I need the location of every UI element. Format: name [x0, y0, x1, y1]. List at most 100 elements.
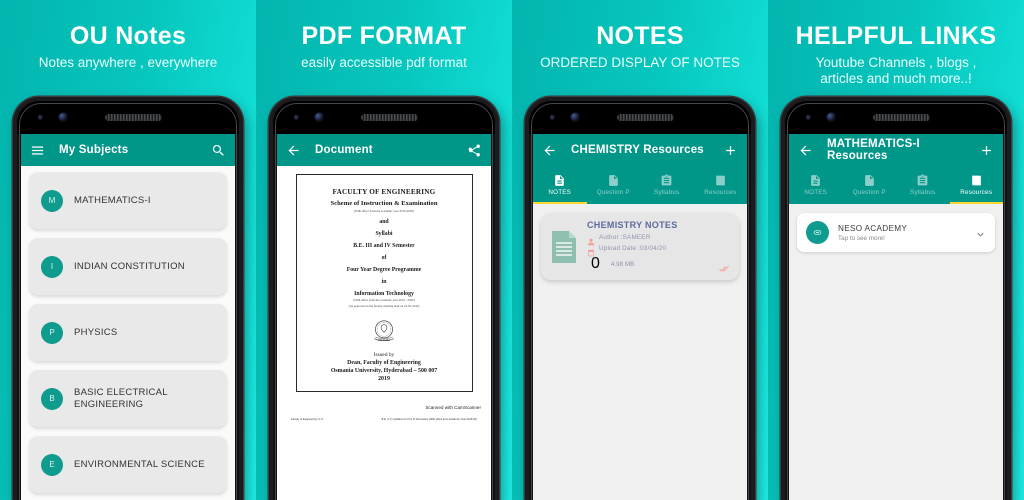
tab-label: Resources — [960, 189, 993, 196]
camscanner-watermark: Scanned with CamScanner — [425, 404, 481, 410]
tab-notes[interactable]: NOTES — [789, 166, 843, 204]
plus-icon[interactable] — [723, 143, 738, 158]
syllabus-clipboard-icon — [660, 174, 673, 187]
subject-name: BASIC ELECTRICAL ENGINEERING — [74, 386, 168, 410]
back-arrow-icon[interactable] — [798, 143, 813, 158]
tab-label: NOTES — [804, 189, 828, 196]
phone-screen: My Subjects M MATHEMATICS-I I INDIAN CON… — [21, 134, 235, 500]
note-upload-date: Upload Date :03/04/20 — [599, 244, 667, 252]
notes-document-icon — [809, 174, 822, 187]
double-check-icon — [719, 260, 730, 272]
app-bar: MATHEMATICS-I Resources — [789, 134, 1003, 166]
promo-panel-helpful-links: HELPFUL LINKS Youtube Channels , blogs ,… — [768, 0, 1024, 500]
earpiece-speaker — [873, 114, 930, 121]
note-file-size: 4.98 MB — [610, 260, 635, 268]
panel-heading-block: OU Notes Notes anywhere , everywhere — [0, 22, 256, 71]
list-item[interactable]: P PHYSICS — [29, 304, 227, 361]
panel-subtitle: easily accessible pdf format — [301, 55, 467, 70]
earpiece-speaker — [617, 114, 674, 121]
promo-panel-pdf-format: PDF FORMAT easily accessible pdf format … — [256, 0, 512, 500]
panel-subtitle: ORDERED DISPLAY OF NOTES — [540, 55, 740, 70]
front-camera-icon — [59, 113, 67, 121]
link-subtitle: Tap to see more! — [838, 234, 885, 242]
syllabus-clipboard-icon — [916, 174, 929, 187]
back-arrow-icon[interactable] — [286, 143, 301, 158]
phone-screen: CHEMISTRY Resources NOTES Question P Syl… — [533, 134, 747, 500]
front-camera-icon — [827, 113, 835, 121]
phone-bezel — [529, 101, 751, 134]
hamburger-menu-icon[interactable] — [30, 143, 45, 158]
phone-mockup: My Subjects M MATHEMATICS-I I INDIAN CON… — [13, 97, 243, 500]
doc-issued-by: Issued by — [373, 351, 395, 358]
doc-footer-left: Faculty of Engineering, O.U. — [291, 417, 324, 421]
earpiece-speaker — [361, 114, 418, 121]
avatar: M — [41, 189, 63, 212]
avatar: P — [41, 321, 63, 344]
tab-label: Question P — [852, 189, 886, 196]
doc-and: and — [379, 218, 389, 225]
app-bar-title: Document — [315, 144, 373, 156]
promo-panel-notes: NOTES ORDERED DISPLAY OF NOTES CHEMISTRY… — [512, 0, 768, 500]
doc-syllabi: Syllabi — [375, 230, 393, 237]
phone-screen: MATHEMATICS-I Resources NOTES Question P… — [789, 134, 1003, 500]
tab-question-papers[interactable]: Question P — [587, 166, 641, 204]
panel-heading-block: PDF FORMAT easily accessible pdf format — [256, 22, 512, 71]
document-footer: Faculty of Engineering, O.U. B.E. (I.T.)… — [277, 410, 491, 421]
list-item[interactable]: B BASIC ELECTRICAL ENGINEERING — [29, 370, 227, 427]
osmania-university-emblem: OSMANIA — [368, 315, 400, 347]
pdf-viewer[interactable]: FACULTY OF ENGINEERING Scheme of Instruc… — [277, 166, 491, 500]
list-item[interactable]: I INDIAN CONSTITUTION — [29, 238, 227, 295]
share-icon[interactable] — [467, 143, 482, 158]
link-details: NESO ACADEMY Tap to see more! — [838, 224, 966, 242]
panel-subtitle: Notes anywhere , everywhere — [38, 55, 218, 70]
app-bar: CHEMISTRY Resources — [533, 134, 747, 166]
phone-mockup: MATHEMATICS-I Resources NOTES Question P… — [781, 97, 1011, 500]
resource-tab-bar: NOTES Question P Syllabus Resources — [533, 166, 747, 204]
app-bar-title: My Subjects — [59, 144, 129, 156]
links-list: NESO ACADEMY Tap to see more! — [789, 204, 1003, 500]
tab-resources[interactable]: Resources — [950, 166, 1004, 204]
note-author: Author :SAMEER — [599, 233, 651, 241]
note-date-row: Upload Date :03/04/20 — [587, 244, 730, 257]
doc-in: in — [381, 278, 387, 285]
question-paper-icon — [863, 174, 876, 187]
doc-of: of — [381, 254, 387, 261]
panel-heading-block: NOTES ORDERED DISPLAY OF NOTES — [512, 22, 768, 71]
resources-book-icon — [714, 174, 727, 187]
back-arrow-icon[interactable] — [542, 143, 557, 158]
sensor-icon — [550, 115, 555, 120]
sensor-icon — [38, 115, 43, 120]
search-icon[interactable] — [211, 143, 226, 158]
note-card[interactable]: CHEMISTRY NOTES Author :SAMEER Upload Da… — [541, 213, 739, 287]
doc-faculty-line: FACULTY OF ENGINEERING — [332, 188, 436, 196]
promo-screenshot-strip: OU Notes Notes anywhere , everywhere My … — [0, 0, 1024, 500]
panel-title: NOTES — [596, 22, 684, 50]
note-title: CHEMISTRY NOTES — [587, 220, 678, 230]
tab-syllabus[interactable]: Syllabus — [640, 166, 694, 204]
list-item[interactable]: M MATHEMATICS-I — [29, 172, 227, 229]
phone-mockup: CHEMISTRY Resources NOTES Question P Syl… — [525, 97, 755, 500]
plus-icon[interactable] — [979, 143, 994, 158]
tab-notes[interactable]: NOTES — [533, 166, 587, 204]
doc-year: 2019 — [378, 375, 390, 382]
subject-name: INDIAN CONSTITUTION — [74, 260, 185, 272]
link-title: NESO ACADEMY — [838, 223, 908, 233]
link-icon — [806, 221, 829, 244]
subject-name: ENVIRONMENTAL SCIENCE — [74, 458, 205, 470]
doc-note-2: (As approved in the faculty meeting held… — [348, 303, 420, 308]
tab-question-papers[interactable]: Question P — [843, 166, 897, 204]
note-author-row: Author :SAMEER — [587, 233, 730, 246]
calendar-icon — [587, 244, 595, 257]
link-card[interactable]: NESO ACADEMY Tap to see more! — [797, 213, 995, 252]
active-tab-indicator — [949, 202, 1003, 204]
tab-resources[interactable]: Resources — [694, 166, 748, 204]
notes-list: CHEMISTRY NOTES Author :SAMEER Upload Da… — [533, 204, 747, 500]
avatar: B — [41, 387, 63, 410]
resource-tab-bar: NOTES Question P Syllabus Resources — [789, 166, 1003, 204]
document-page: FACULTY OF ENGINEERING Scheme of Instruc… — [295, 174, 473, 392]
doc-semester: B.E. III and IV Semester — [353, 242, 415, 249]
list-item[interactable]: E ENVIRONMENTAL SCIENCE — [29, 436, 227, 493]
chevron-down-icon[interactable] — [975, 227, 986, 238]
resources-book-icon — [970, 174, 983, 187]
tab-syllabus[interactable]: Syllabus — [896, 166, 950, 204]
